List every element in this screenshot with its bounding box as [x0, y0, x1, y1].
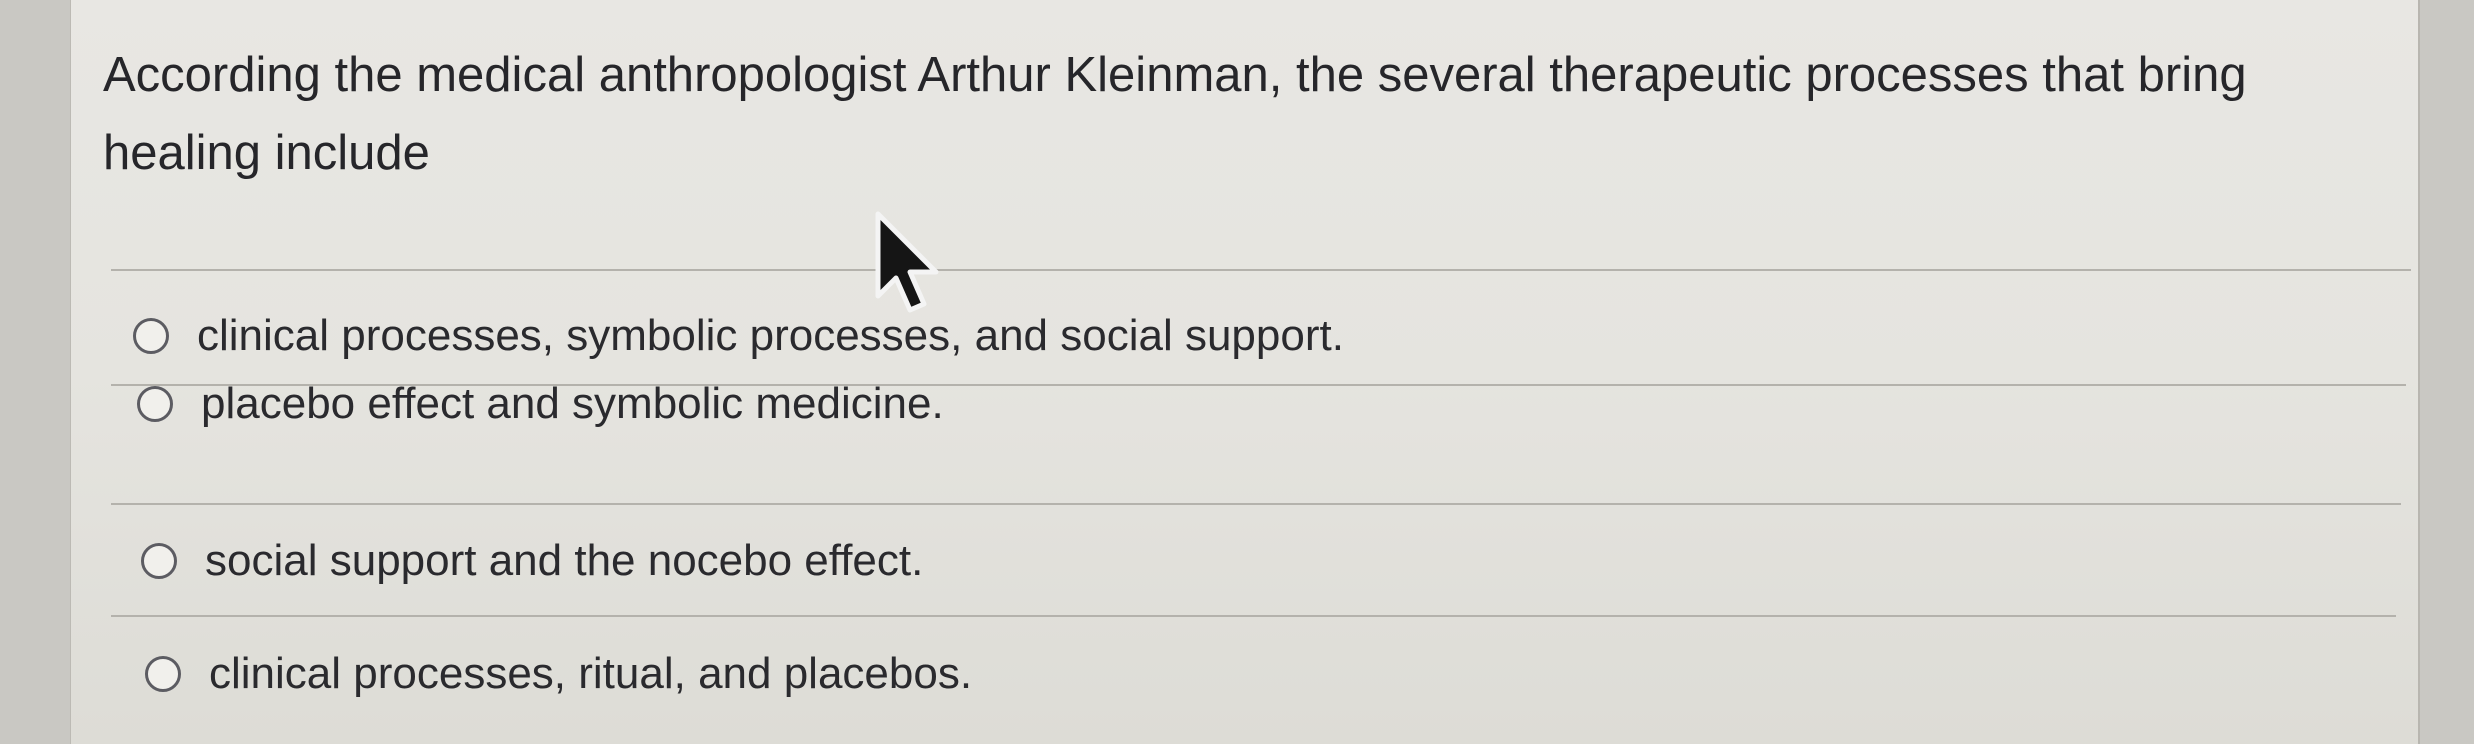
option-social-nocebo[interactable]: social support and the nocebo effect. [141, 521, 923, 601]
radio-unchecked-icon[interactable] [145, 656, 181, 692]
radio-unchecked-icon[interactable] [137, 386, 173, 422]
option-label: clinical processes, symbolic processes, … [197, 311, 1344, 360]
option-placebo-symbolic[interactable]: placebo effect and symbolic medicine. [137, 364, 944, 444]
radio-unchecked-icon[interactable] [133, 318, 169, 354]
option-label: clinical processes, ritual, and placebos… [209, 649, 973, 698]
mouse-pointer-icon [875, 211, 939, 313]
radio-unchecked-icon[interactable] [141, 543, 177, 579]
option-label: placebo effect and symbolic medicine. [201, 379, 944, 428]
divider [111, 615, 2396, 617]
divider [111, 269, 2411, 271]
divider [111, 503, 2401, 505]
question-panel: According the medical anthropologist Art… [70, 0, 2420, 744]
question-text: According the medical anthropologist Art… [103, 48, 2247, 180]
option-label: social support and the nocebo effect. [205, 536, 924, 585]
option-clinical-ritual-placebos[interactable]: clinical processes, ritual, and placebos… [145, 634, 972, 714]
